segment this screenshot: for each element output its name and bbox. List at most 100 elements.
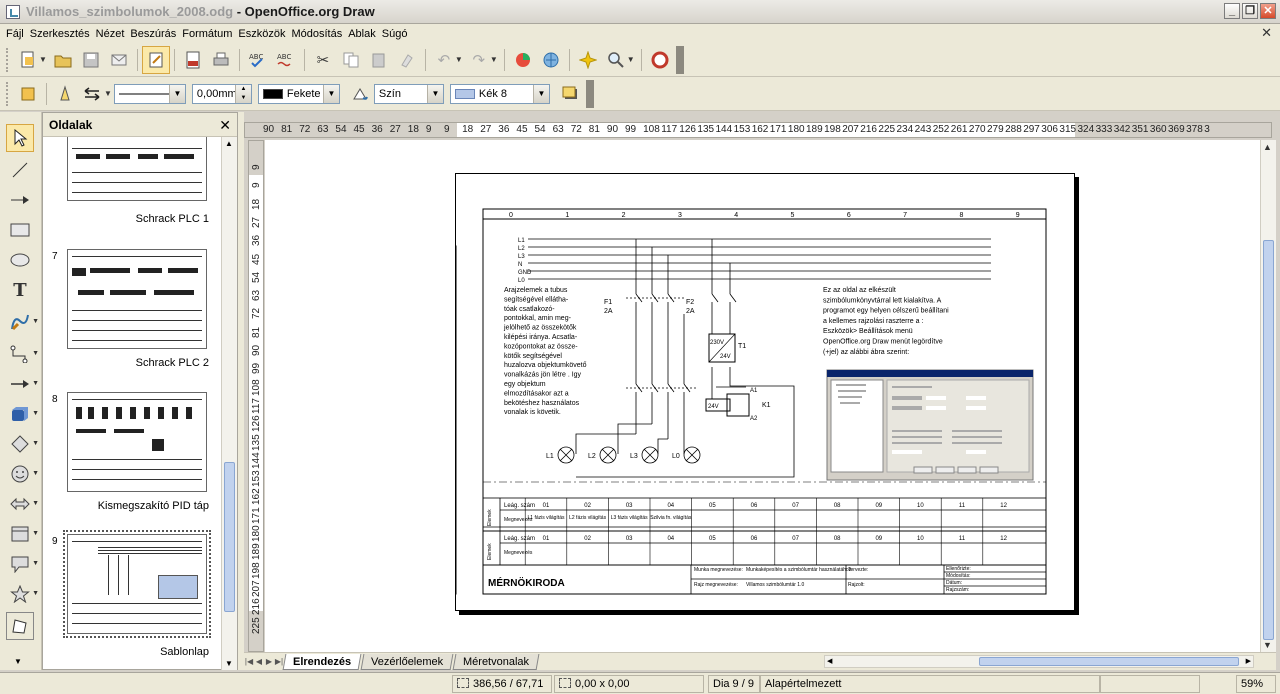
undo-icon[interactable]: ↶ [430, 46, 458, 74]
edit-file-icon[interactable] [141, 45, 170, 74]
toolbar-grip[interactable] [6, 47, 10, 72]
status-size: 0,00 x 0,00 [554, 675, 704, 693]
slide-item[interactable]: 8 Kismegszakító PID táp [43, 392, 221, 522]
menu-format[interactable]: Formátum [179, 28, 235, 40]
canvas-scroll-thumb[interactable] [1263, 240, 1274, 640]
copy-icon[interactable] [337, 46, 365, 74]
line-width-spinner[interactable]: 0,00mm ▲ ▼ [191, 83, 252, 104]
ruler-tick-label: 9 [425, 124, 432, 135]
footer-sheet: Rajzszám: [946, 587, 969, 593]
block-arrows-icon[interactable]: ▼ [6, 490, 39, 518]
area-icon[interactable] [346, 80, 374, 108]
maximize-button[interactable]: ❐ [1242, 3, 1258, 19]
menu-modify[interactable]: Módosítás [288, 28, 345, 40]
line-tool-icon[interactable] [6, 156, 34, 184]
schematic-drawing[interactable]: 0123456789ABCDEFGHIL1L2L3NGNDL0Arajzelem… [456, 174, 1076, 612]
close-button[interactable]: ✕ [1260, 3, 1276, 19]
select-icon[interactable] [6, 124, 34, 152]
spellcheck-icon[interactable]: ABC [244, 46, 272, 74]
basic-shapes-icon[interactable]: ▼ [6, 430, 39, 458]
tab-controls[interactable]: Vezérlőelemek [360, 653, 454, 670]
hyperlink-icon[interactable] [537, 46, 565, 74]
slides-scroll-thumb[interactable] [224, 462, 235, 612]
drawing-canvas[interactable]: 0123456789ABCDEFGHIL1L2L3NGNDL0Arajzelem… [265, 140, 1260, 652]
toolbar-expand-icon[interactable]: ▼ [14, 657, 22, 666]
points-icon[interactable] [6, 612, 34, 640]
toolbar-overflow[interactable] [675, 45, 684, 74]
line-color-select[interactable]: Fekete ▼ [257, 83, 340, 104]
toolbar-overflow-2[interactable] [585, 79, 594, 108]
minimize-button[interactable]: _ [1224, 3, 1240, 19]
area-style-select[interactable]: Szín ▼ [373, 83, 444, 104]
slide-item-selected[interactable]: 9 Sablonlap [43, 530, 221, 664]
slide-thumbnail[interactable] [67, 249, 207, 349]
canvas-hscroll-thumb[interactable] [979, 657, 1239, 666]
chart-icon[interactable] [509, 46, 537, 74]
close-document-icon[interactable]: ✕ [1261, 25, 1272, 41]
area-color-select[interactable]: Kék 8 ▼ [449, 83, 550, 104]
canvas-vertical-scrollbar[interactable]: ▲ ▼ [1260, 140, 1276, 652]
slide-thumbnail[interactable] [63, 530, 211, 638]
slide-thumbnail[interactable] [67, 137, 207, 201]
gluepoints-icon[interactable] [574, 46, 602, 74]
menu-edit[interactable]: Szerkesztés [27, 28, 93, 40]
prev-tab-icon[interactable]: ◀ [254, 657, 264, 666]
text-tool-icon[interactable]: T [6, 276, 34, 304]
canvas-horizontal-scrollbar[interactable]: ◀ ▶ [824, 655, 1254, 668]
slides-scrollbar[interactable]: ▲ ▼ [221, 137, 237, 670]
autospellcheck-icon[interactable]: ABC [272, 46, 300, 74]
menu-insert[interactable]: Beszúrás [127, 28, 179, 40]
next-tab-icon[interactable]: ▶ [264, 657, 274, 666]
zoom-icon[interactable] [602, 46, 630, 74]
redo-icon[interactable]: ↷ [465, 46, 493, 74]
slide-thumbnail[interactable] [67, 392, 207, 492]
export-pdf-icon[interactable] [179, 46, 207, 74]
menu-view[interactable]: Nézet [93, 28, 128, 40]
pane-splitter[interactable] [238, 112, 244, 670]
callouts-icon[interactable]: ▼ [6, 550, 39, 578]
styles-icon[interactable] [14, 80, 42, 108]
curve-icon[interactable]: ▼ [6, 308, 39, 336]
open-icon[interactable] [49, 46, 77, 74]
line-icon[interactable] [51, 80, 79, 108]
3d-objects-icon[interactable]: ▼ [6, 400, 39, 428]
tab-dimension-lines[interactable]: Méretvonalak [452, 653, 540, 670]
lines-arrows-icon[interactable]: ▼ [6, 370, 39, 398]
paste-icon[interactable] [365, 46, 393, 74]
menu-tools[interactable]: Eszközök [235, 28, 288, 40]
rectangle-icon[interactable] [6, 216, 34, 244]
email-icon[interactable] [105, 46, 133, 74]
first-tab-icon[interactable]: |◀ [244, 657, 254, 666]
cut-icon[interactable]: ✂ [309, 46, 337, 74]
ruler-tick-label: 18 [462, 124, 474, 135]
shadow-icon[interactable] [556, 80, 584, 108]
menu-help[interactable]: Súgó [379, 28, 411, 40]
close-pane-icon[interactable]: ✕ [219, 117, 231, 134]
save-icon[interactable] [77, 46, 105, 74]
ruler-tick-label: 378 [1186, 124, 1203, 135]
new-icon[interactable] [14, 46, 42, 74]
clone-format-icon[interactable] [393, 46, 421, 74]
vertical-ruler[interactable]: 9 9 18 27 36 45 54 63 72 81 90 99 108 117 126 135 144 153… [248, 140, 264, 652]
arrow-style-icon[interactable] [79, 80, 107, 108]
line-style-select[interactable]: ▼ [113, 83, 186, 104]
description-text-line: Arajzelemek a tubus [504, 287, 568, 294]
stars-icon[interactable]: ▼ [6, 580, 39, 608]
menu-file[interactable]: Fájl [3, 28, 27, 40]
help-icon[interactable] [646, 46, 674, 74]
horizontal-ruler[interactable]: 90 81 72 63 54 45 36 27 18 9 9 18 27 36 45 54 63 72 81 90 99… [244, 122, 1272, 138]
symbol-shapes-icon[interactable]: ▼ [6, 460, 39, 488]
ellipse-icon[interactable] [6, 246, 34, 274]
flowchart-icon[interactable]: ▼ [6, 520, 39, 548]
slide-item[interactable]: Schrack PLC 1 [43, 137, 221, 229]
slide-item[interactable]: 7 Schrack PLC 2 [43, 249, 221, 379]
drawing-page[interactable]: 0123456789ABCDEFGHIL1L2L3NGNDL0Arajzelem… [455, 173, 1075, 611]
line-arrow-icon[interactable] [6, 186, 34, 214]
print-icon[interactable] [207, 46, 235, 74]
ruler-tick-label: 180 [251, 525, 262, 542]
status-zoom[interactable]: 59% [1236, 675, 1276, 693]
connector-icon[interactable]: ▼ [6, 340, 39, 368]
menu-window[interactable]: Ablak [345, 28, 379, 40]
tab-layout[interactable]: Elrendezés [282, 653, 362, 670]
toolbar-grip-2[interactable] [6, 81, 10, 106]
